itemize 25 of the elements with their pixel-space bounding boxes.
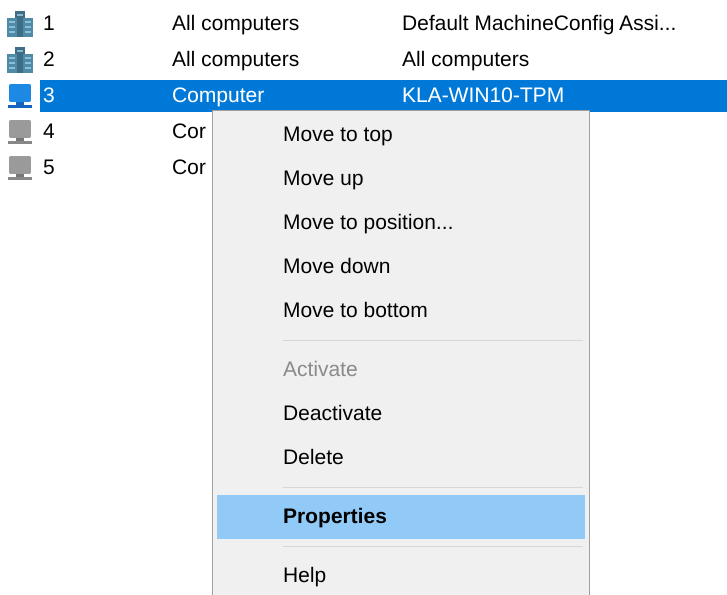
target-text: Default MachineConfig Assi... [402, 12, 676, 36]
scope-text: All computers [172, 48, 300, 72]
scope-text: Cor [172, 120, 206, 144]
target-text: All computers [402, 48, 530, 72]
menu-item[interactable]: Move up [217, 157, 585, 201]
menu-item[interactable]: Help [217, 554, 585, 595]
row-number[interactable]: 4 [40, 120, 55, 144]
row-number[interactable]: 1 [40, 12, 55, 36]
menu-item[interactable]: Move to top [217, 113, 585, 157]
row-number[interactable]: 3 [40, 84, 55, 108]
menu-item[interactable]: Deactivate [217, 392, 585, 436]
menu-item[interactable]: Move down [217, 245, 585, 289]
scope-text: Computer [172, 84, 264, 108]
row-number[interactable]: 2 [40, 48, 55, 72]
target-text: KLA-WIN10-TPM [402, 84, 564, 108]
menu-item[interactable]: Delete [217, 436, 585, 480]
selection-highlight[interactable]: 3 Computer KLA-WIN10-TPM [40, 80, 727, 112]
row-number[interactable]: 5 [40, 156, 55, 180]
menu-item[interactable]: Move to bottom [217, 289, 585, 333]
menu-item[interactable]: Properties [217, 495, 585, 539]
scope-text: All computers [172, 12, 300, 36]
menu-item[interactable]: Move to position... [217, 201, 585, 245]
scope-text: Cor [172, 156, 206, 180]
server-group-icon [6, 10, 34, 38]
server-group-icon [6, 46, 34, 74]
